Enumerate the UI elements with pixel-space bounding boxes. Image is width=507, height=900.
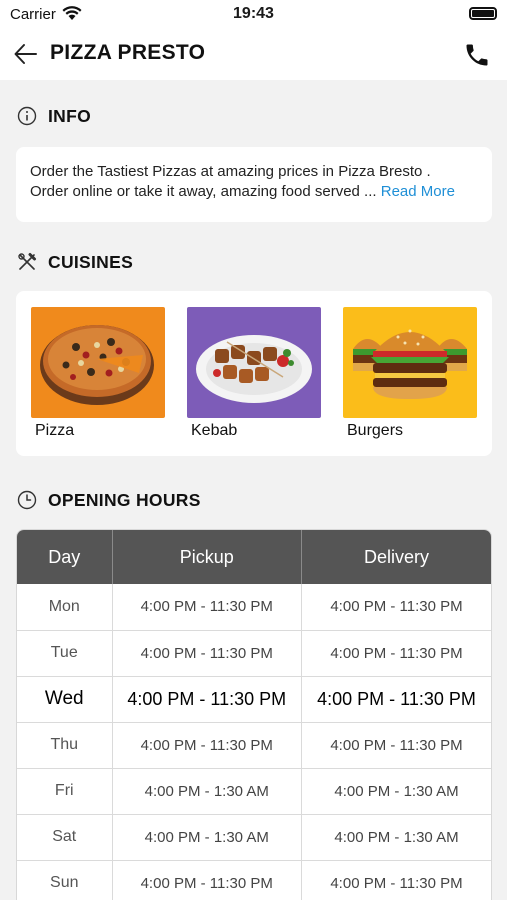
pickup-cell: 4:00 PM - 1:30 AM [112, 768, 302, 815]
cuisines-heading: CUISINES [48, 251, 134, 272]
column-header-pickup: Pickup [112, 530, 302, 584]
delivery-cell: 4:00 PM - 11:30 PM [301, 860, 491, 900]
table-row: Sun 4:00 PM - 11:30 PM 4:00 PM - 11:30 P… [17, 860, 491, 900]
pickup-cell: 4:00 PM - 11:30 PM [112, 860, 302, 900]
info-section-heading: INFO [16, 104, 91, 128]
day-cell: Thu [17, 722, 113, 769]
delivery-cell: 4:00 PM - 11:30 PM [301, 584, 491, 631]
table-row: Sat 4:00 PM - 1:30 AM 4:00 PM - 1:30 AM [17, 814, 491, 861]
day-cell: Wed [17, 676, 113, 723]
burgers-image [343, 307, 477, 418]
cuisine-item-burgers[interactable]: Burgers [343, 307, 477, 440]
delivery-cell: 4:00 PM - 1:30 AM [301, 768, 491, 815]
pickup-cell: 4:00 PM - 11:30 PM [112, 676, 302, 723]
cuisine-item-kebab[interactable]: Kebab [187, 307, 321, 440]
cuisine-item-pizza[interactable]: Pizza [31, 307, 165, 440]
cuisine-label: Burgers [347, 422, 404, 439]
pizza-image [31, 307, 165, 418]
cuisines-card: Pizza Kebab Burgers [16, 291, 492, 456]
utensils-icon [16, 251, 38, 273]
opening-hours-table: Day Pickup Delivery Mon 4:00 PM - 11:30 … [16, 529, 492, 900]
battery-icon [469, 7, 497, 20]
table-row: Thu 4:00 PM - 11:30 PM 4:00 PM - 11:30 P… [17, 722, 491, 769]
day-cell: Tue [17, 630, 113, 677]
info-description: Order the Tastiest Pizzas at amazing pri… [30, 162, 480, 202]
table-row: Tue 4:00 PM - 11:30 PM 4:00 PM - 11:30 P… [17, 630, 491, 677]
info-line-1: Order the Tastiest Pizzas at amazing pri… [30, 163, 431, 180]
delivery-cell: 4:00 PM - 11:30 PM [301, 630, 491, 677]
cuisines-section-heading: CUISINES [16, 250, 133, 274]
kebab-image [187, 307, 321, 418]
table-row: Fri 4:00 PM - 1:30 AM 4:00 PM - 1:30 AM [17, 768, 491, 815]
day-cell: Sat [17, 814, 113, 861]
pickup-cell: 4:00 PM - 11:30 PM [112, 722, 302, 769]
info-line-2: Order online or take it away, amazing fo… [30, 182, 480, 202]
day-cell: Sun [17, 860, 113, 900]
info-heading: INFO [48, 105, 92, 126]
status-bar: Carrier 19:43 [0, 0, 507, 28]
delivery-cell: 4:00 PM - 11:30 PM [301, 722, 491, 769]
read-more-link[interactable]: Read More [381, 183, 455, 200]
table-header-row: Day Pickup Delivery [17, 530, 491, 584]
page-title: PIZZA PRESTO [50, 41, 206, 64]
pickup-cell: 4:00 PM - 11:30 PM [112, 584, 302, 631]
info-icon [16, 105, 38, 127]
column-header-delivery: Delivery [301, 530, 491, 584]
table-row: Mon 4:00 PM - 11:30 PM 4:00 PM - 11:30 P… [17, 584, 491, 631]
navigation-bar: PIZZA PRESTO [0, 28, 507, 80]
day-cell: Mon [17, 584, 113, 631]
phone-icon[interactable] [463, 41, 491, 69]
delivery-cell: 4:00 PM - 1:30 AM [301, 814, 491, 861]
opening-hours-section-heading: OPENING HOURS [16, 488, 201, 512]
clock-icon [16, 489, 38, 511]
info-card: Order the Tastiest Pizzas at amazing pri… [16, 147, 492, 222]
opening-hours-heading: OPENING HOURS [48, 489, 201, 510]
info-line-2-text: Order online or take it away, amazing fo… [30, 183, 381, 200]
arrow-left-icon[interactable] [12, 40, 40, 68]
cuisine-label: Kebab [191, 422, 238, 439]
column-header-day: Day [17, 530, 113, 584]
cuisine-label: Pizza [35, 422, 75, 439]
table-row-today: Wed 4:00 PM - 11:30 PM 4:00 PM - 11:30 P… [17, 676, 491, 723]
pickup-cell: 4:00 PM - 1:30 AM [112, 814, 302, 861]
pickup-cell: 4:00 PM - 11:30 PM [112, 630, 302, 677]
clock: 19:43 [233, 5, 274, 22]
delivery-cell: 4:00 PM - 11:30 PM [301, 676, 491, 723]
day-cell: Fri [17, 768, 113, 815]
